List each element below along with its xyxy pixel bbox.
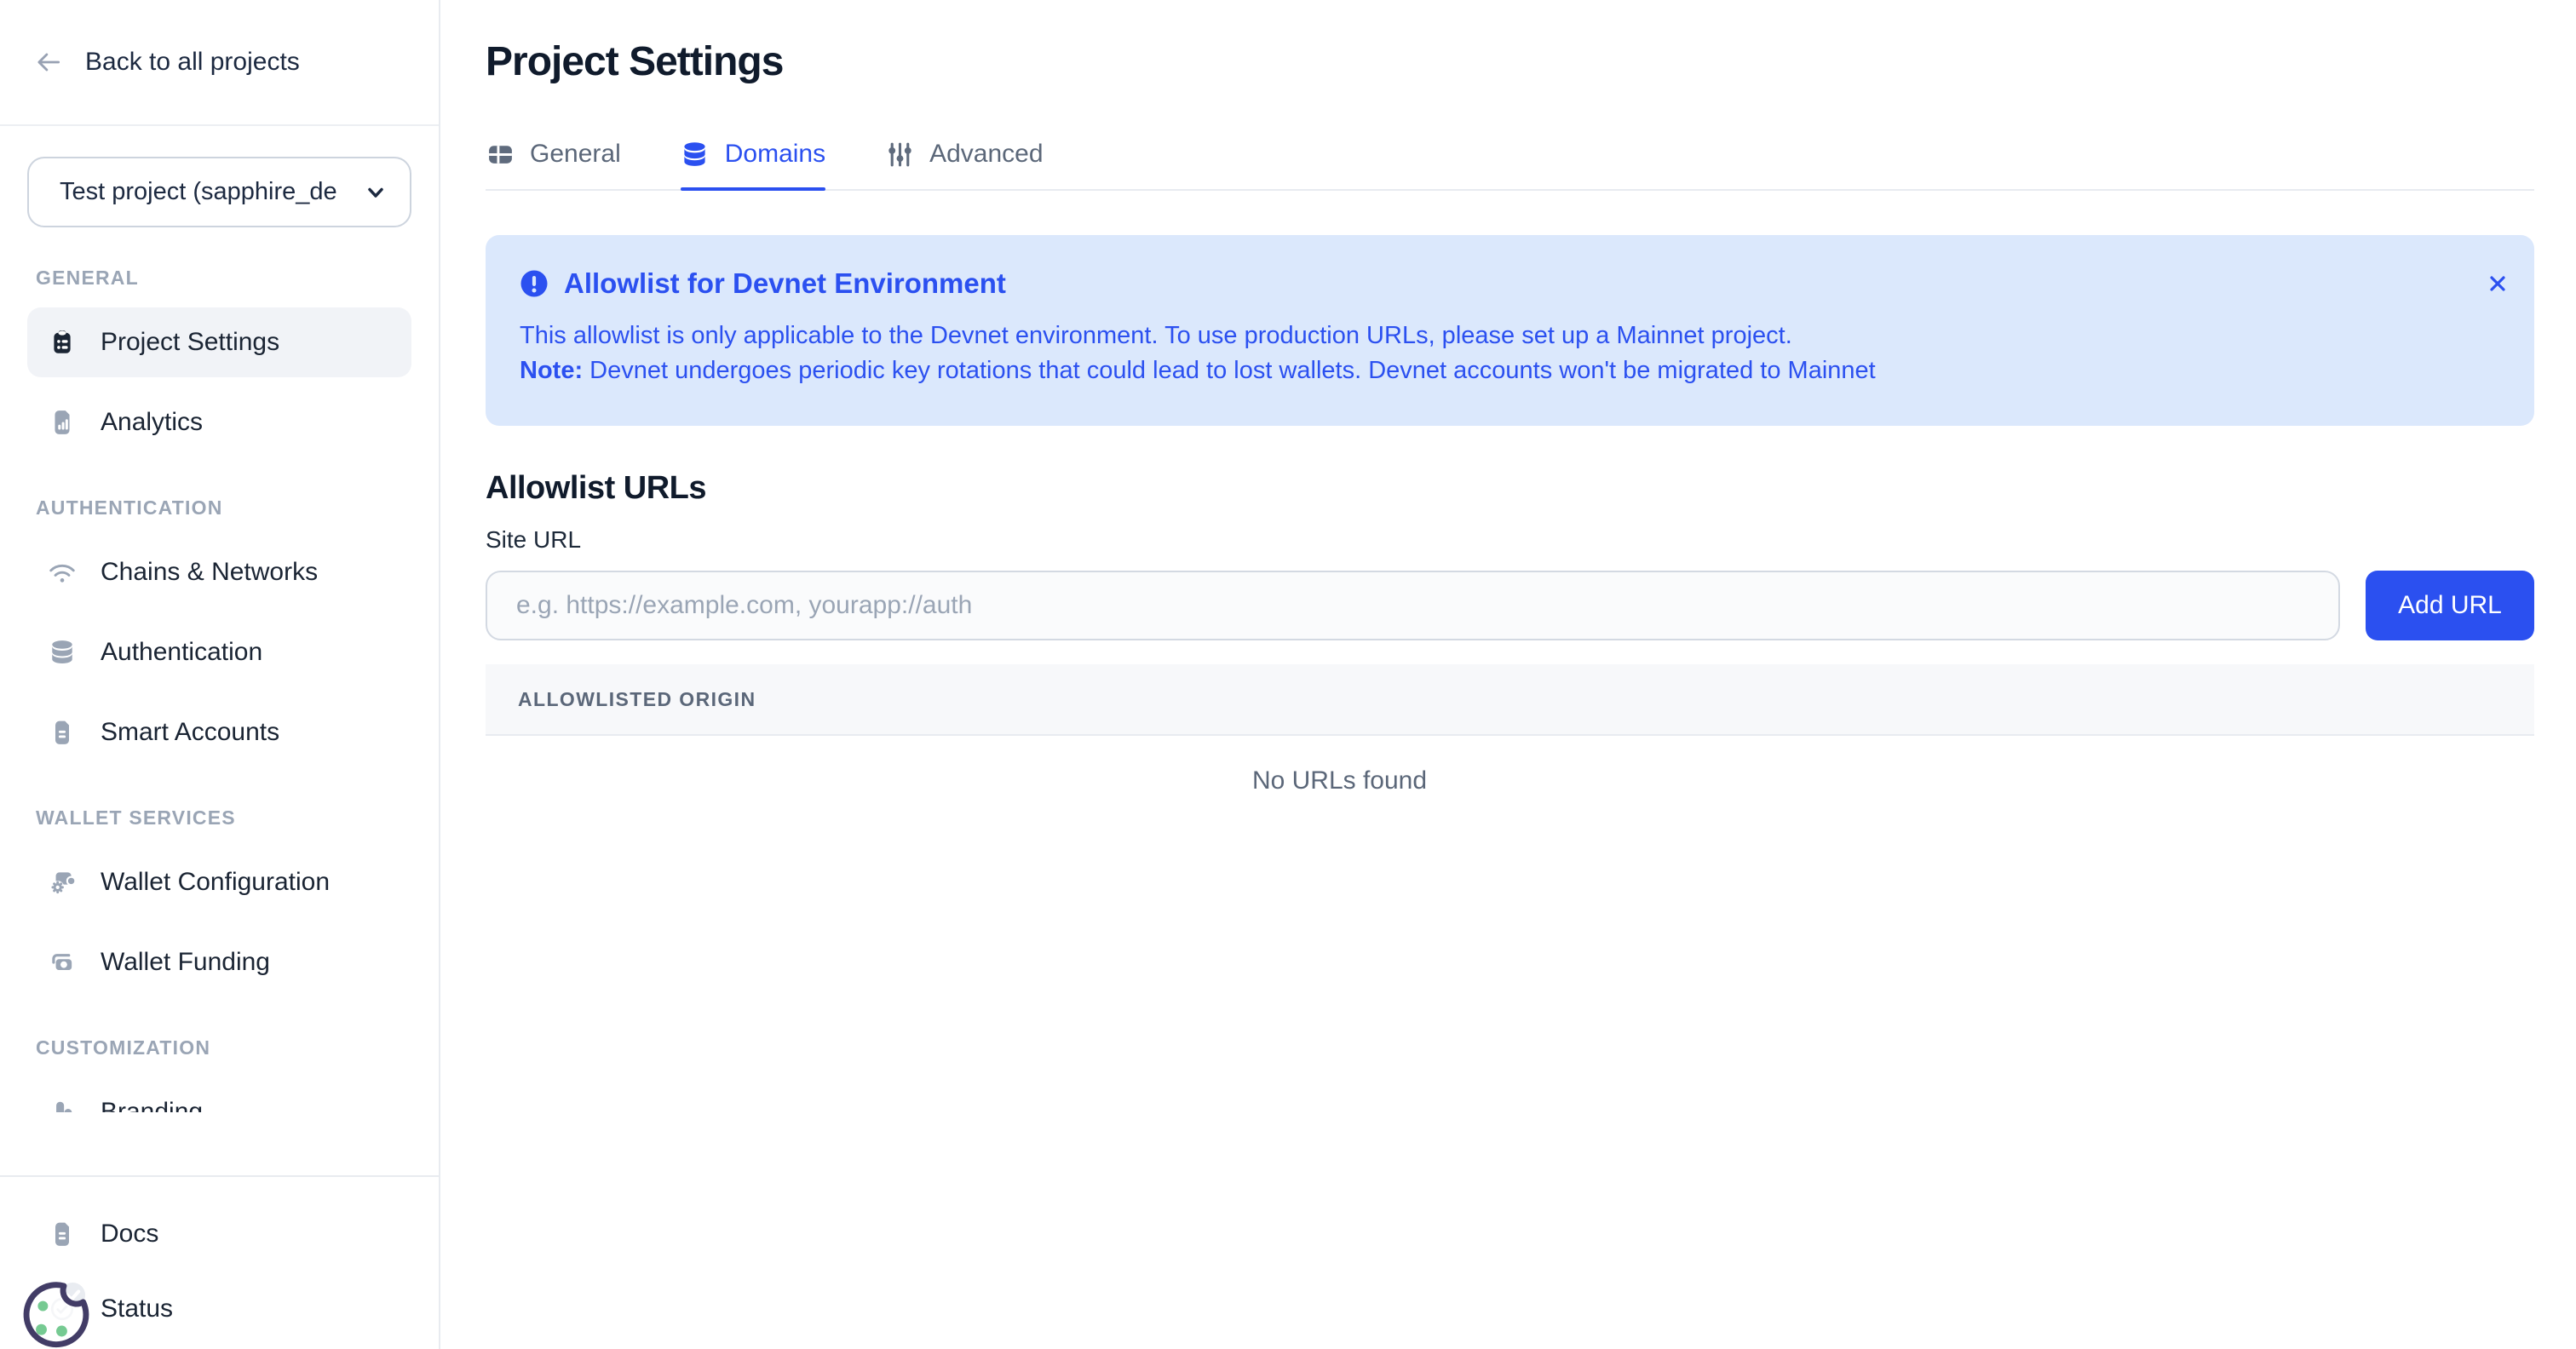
tab-general[interactable]: General xyxy=(486,140,621,189)
arrow-left-icon xyxy=(34,48,63,77)
project-selector-value: Test project (sapphire_de xyxy=(60,178,337,206)
tab-advanced[interactable]: Advanced xyxy=(885,140,1043,189)
sidebar-nav: Test project (sapphire_de GENERAL xyxy=(0,126,439,1112)
banner-note-label: Note: xyxy=(520,357,583,384)
banknotes-icon xyxy=(48,948,77,977)
sidebar-item-label: Analytics xyxy=(101,408,203,437)
banner-line1: This allowlist is only applicable to the… xyxy=(520,319,2500,353)
sidebar-item-branding[interactable]: Branding xyxy=(27,1077,411,1112)
app-window: Back to all projects Test project (sapph… xyxy=(0,0,2576,1349)
wallet-gear-icon xyxy=(48,868,77,897)
allowlist-heading: Allowlist URLs xyxy=(486,468,2534,508)
sidebar-item-label: Smart Accounts xyxy=(101,718,279,747)
sidebar-item-label: Chains & Networks xyxy=(101,558,318,587)
sidebar-spacer xyxy=(0,1112,439,1175)
banner-note-line: Note: Devnet undergoes periodic key rota… xyxy=(520,353,2500,388)
tab-label: Domains xyxy=(725,140,825,169)
sidebar-item-label: Wallet Configuration xyxy=(101,868,330,897)
sidebar-item-smart-accounts[interactable]: Smart Accounts xyxy=(27,697,411,767)
banner-note-text: Devnet undergoes periodic key rotations … xyxy=(583,357,1876,384)
back-to-projects-button[interactable]: Back to all projects xyxy=(0,0,439,126)
close-icon xyxy=(2484,270,2511,297)
page-title: Project Settings xyxy=(486,37,2534,87)
sidebar-section-general: GENERAL xyxy=(36,267,403,290)
empty-state-message: No URLs found xyxy=(486,736,2534,826)
cookie-consent-widget[interactable] xyxy=(17,1272,95,1349)
add-url-button[interactable]: Add URL xyxy=(2366,571,2534,640)
column-header-allowlisted-origin: ALLOWLISTED ORIGIN xyxy=(518,688,756,711)
info-alert-icon xyxy=(520,269,549,298)
chevron-down-icon xyxy=(364,181,388,204)
cookie-icon xyxy=(17,1272,95,1349)
banner-title: Allowlist for Devnet Environment xyxy=(564,267,1006,300)
back-to-projects-label: Back to all projects xyxy=(85,48,300,77)
sidebar-item-chains-networks[interactable]: Chains & Networks xyxy=(27,537,411,607)
brand-tag-icon xyxy=(48,1098,77,1112)
tab-label: General xyxy=(530,140,621,169)
site-url-input[interactable] xyxy=(486,571,2340,640)
document-icon xyxy=(48,1220,77,1249)
sidebar-section-authentication: AUTHENTICATION xyxy=(36,497,403,520)
database-icon xyxy=(681,140,710,169)
sidebar-item-wallet-configuration[interactable]: Wallet Configuration xyxy=(27,847,411,917)
banner-close-button[interactable] xyxy=(2483,269,2512,298)
sidebar-item-docs[interactable]: Docs xyxy=(27,1199,411,1269)
sidebar-section-customization: CUSTOMIZATION xyxy=(36,1036,403,1059)
sidebar-section-wallet-services: WALLET SERVICES xyxy=(36,807,403,829)
sidebar-item-project-settings[interactable]: Project Settings xyxy=(27,307,411,377)
sidebar-item-authentication[interactable]: Authentication xyxy=(27,617,411,687)
main-content: Project Settings General xyxy=(440,0,2576,1349)
database-icon xyxy=(48,638,77,667)
clipboard-icon xyxy=(48,328,77,357)
add-url-form: Add URL xyxy=(486,571,2534,640)
table-icon xyxy=(486,140,515,169)
sidebar-item-label: Project Settings xyxy=(101,328,279,357)
sidebar-item-label: Status xyxy=(101,1294,173,1323)
tab-label: Advanced xyxy=(929,140,1043,169)
sidebar-item-analytics[interactable]: Analytics xyxy=(27,387,411,457)
site-url-label: Site URL xyxy=(486,526,2534,554)
allowlisted-origin-header: ALLOWLISTED ORIGIN xyxy=(486,664,2534,736)
sidebar-item-label: Wallet Funding xyxy=(101,948,270,977)
tab-domains[interactable]: Domains xyxy=(681,140,825,189)
sidebar-item-label: Authentication xyxy=(101,638,262,667)
devnet-allowlist-banner: Allowlist for Devnet Environment This al… xyxy=(486,235,2534,426)
analytics-file-icon xyxy=(48,408,77,437)
document-icon xyxy=(48,718,77,747)
sidebar-item-wallet-funding[interactable]: Wallet Funding xyxy=(27,927,411,997)
sidebar: Back to all projects Test project (sapph… xyxy=(0,0,440,1349)
tabs: General Domains xyxy=(486,140,2534,191)
sidebar-item-label: Branding xyxy=(101,1098,203,1112)
project-selector-dropdown[interactable]: Test project (sapphire_de xyxy=(27,157,411,227)
wifi-icon xyxy=(48,558,77,587)
sidebar-item-label: Docs xyxy=(101,1220,158,1249)
sliders-icon xyxy=(885,140,914,169)
